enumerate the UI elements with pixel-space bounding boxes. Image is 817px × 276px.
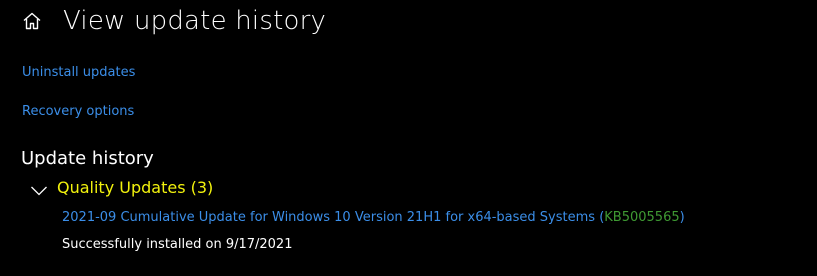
update-history-heading: Update history (21, 148, 154, 169)
kb-number: KB5005565 (604, 210, 680, 225)
page-title: View update history (63, 6, 327, 36)
kb-close-paren: ) (679, 210, 685, 225)
quality-updates-group-toggle[interactable]: Quality Updates (3) (30, 178, 213, 197)
update-item: 2021-09 Cumulative Update for Windows 10… (62, 210, 685, 225)
home-icon[interactable] (22, 11, 42, 31)
quality-updates-label: Quality Updates (3) (57, 178, 214, 197)
recovery-options-link[interactable]: Recovery options (22, 104, 134, 119)
update-status: Successfully installed on 9/17/2021 (62, 237, 293, 252)
uninstall-updates-link[interactable]: Uninstall updates (22, 65, 135, 80)
chevron-down-icon (30, 182, 48, 195)
update-title-link[interactable]: 2021-09 Cumulative Update for Windows 10… (62, 210, 595, 225)
page-header: View update history (22, 4, 326, 38)
